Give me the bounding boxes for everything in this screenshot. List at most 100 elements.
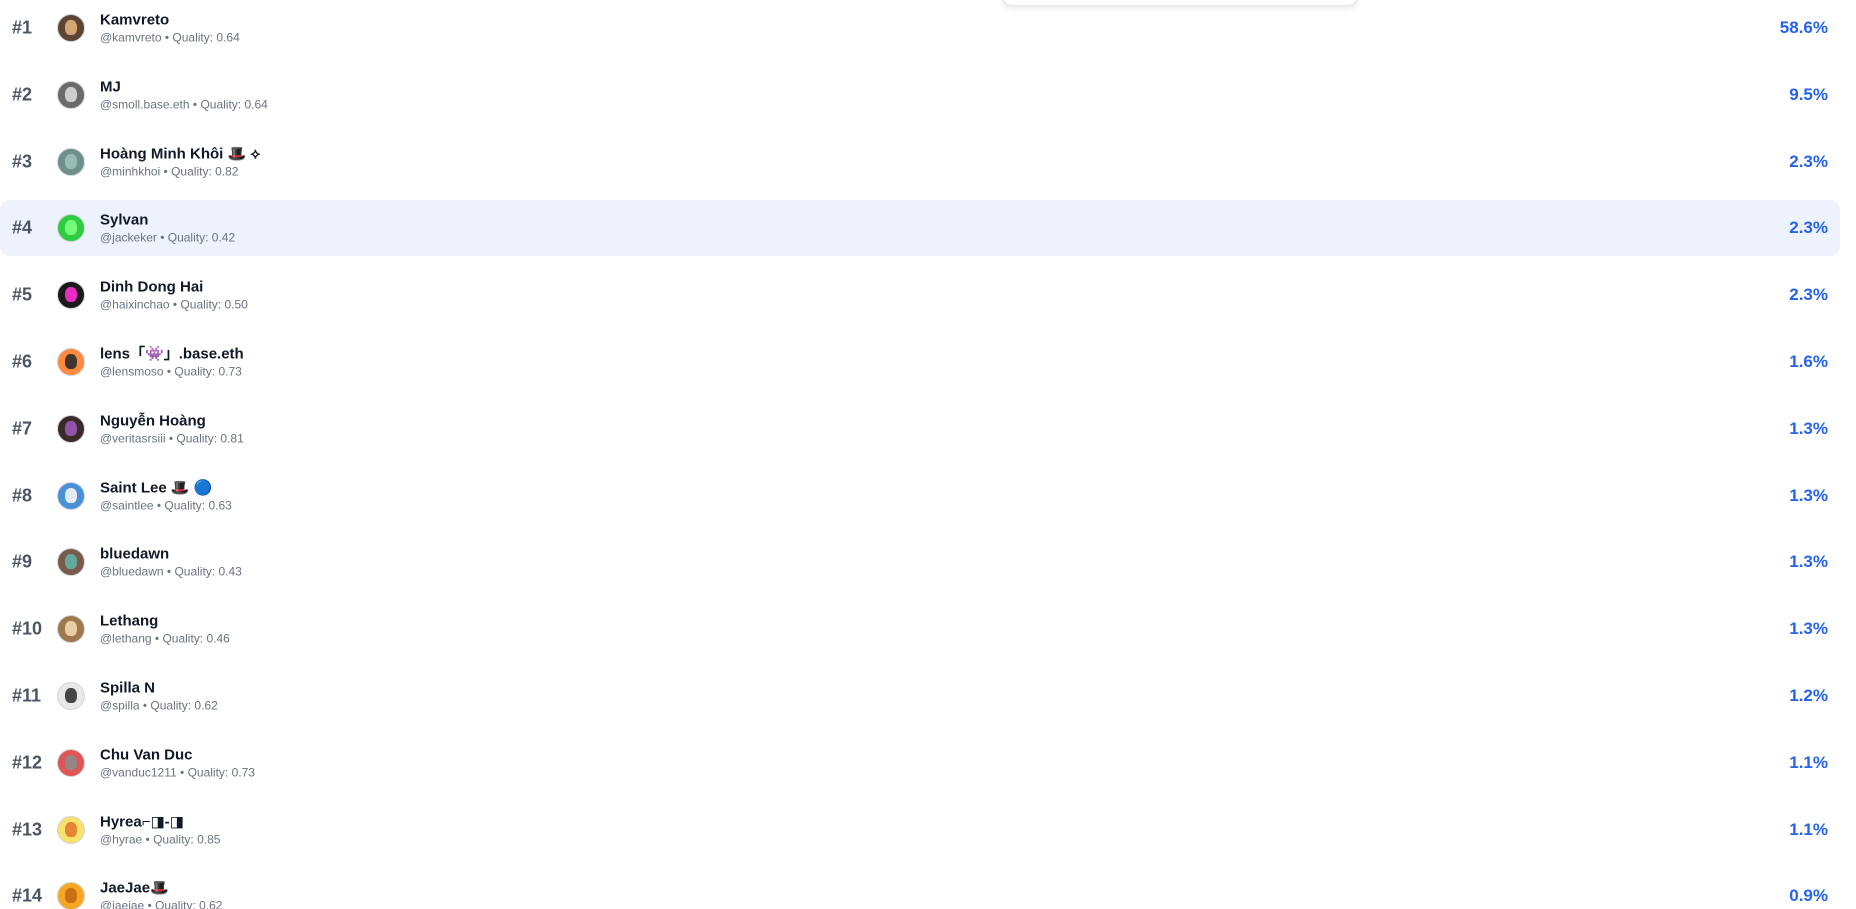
user-meta: Kamvreto @kamvreto • Quality: 0.64	[100, 11, 240, 46]
avatar-figure-icon	[65, 20, 77, 35]
separator-dot: •	[176, 765, 188, 780]
leaderboard-row[interactable]: #11 Spilla N @spilla • Quality: 0.62 1.2%	[0, 668, 1840, 724]
leaderboard-row[interactable]: #14 JaeJae🎩 @jaejae • Quality: 0.62 0.9%	[0, 868, 1840, 909]
separator-dot: •	[151, 631, 163, 646]
rank-label: #12	[12, 752, 43, 773]
display-name[interactable]: JaeJae🎩	[100, 879, 222, 898]
display-name[interactable]: MJ	[100, 77, 268, 96]
display-name[interactable]: Dinh Dong Hai	[100, 278, 248, 297]
leaderboard-row[interactable]: #7 Nguyễn Hoàng @veritasrsiii • Quality: 0…	[0, 401, 1840, 457]
quality-score: Quality: 0.64	[200, 97, 268, 112]
share-percent: 58.6%	[1779, 18, 1828, 37]
avatar[interactable]	[57, 414, 85, 443]
display-name[interactable]: lens「👾」.base.eth	[100, 344, 244, 363]
user-handle[interactable]: @smoll.base.eth	[100, 97, 190, 111]
display-name[interactable]: Saint Lee 🎩 🔵	[100, 478, 232, 497]
user-handle[interactable]: @haixinchao	[100, 298, 170, 312]
display-name[interactable]: Hoàng Minh Khôi 🎩 ⟡	[100, 144, 260, 163]
user-meta: MJ @smoll.base.eth • Quality: 0.64	[100, 77, 268, 112]
quality-score: Quality: 0.62	[150, 698, 218, 713]
share-percent: 1.6%	[1789, 351, 1828, 371]
display-name[interactable]: Kamvreto	[100, 11, 240, 30]
display-name[interactable]: Sylvan	[100, 211, 235, 230]
avatar[interactable]	[57, 14, 85, 42]
display-name[interactable]: Hyrea⌐◨-◨	[100, 812, 220, 831]
avatar[interactable]	[57, 281, 85, 310]
rank-label: #2	[12, 84, 33, 105]
display-name[interactable]: Lethang	[100, 612, 230, 631]
leaderboard-row[interactable]: #8 Saint Lee 🎩 🔵 @saintlee • Quality: 0.63…	[0, 468, 1840, 524]
share-percent: 1.3%	[1789, 485, 1828, 505]
leaderboard-row[interactable]: #12 Chu Van Duc @vanduc1211 • Quality: 0.7…	[0, 735, 1840, 791]
avatar[interactable]	[57, 548, 85, 577]
avatar[interactable]	[57, 615, 85, 644]
avatar-figure-icon	[65, 153, 77, 169]
user-handle[interactable]: @vanduc1211	[100, 765, 177, 779]
avatar-figure-icon	[65, 220, 77, 236]
share-percent: 2.3%	[1789, 218, 1828, 238]
avatar[interactable]	[57, 147, 85, 176]
avatar[interactable]	[57, 748, 85, 777]
avatar[interactable]	[57, 882, 85, 909]
share-percent: 2.3%	[1789, 285, 1828, 305]
user-handle[interactable]: @jaejae	[100, 899, 144, 909]
user-handle[interactable]: @bluedawn	[100, 565, 164, 579]
user-handle[interactable]: @kamvreto	[100, 31, 162, 45]
separator-dot: •	[160, 164, 172, 179]
avatar-figure-icon	[65, 420, 77, 436]
user-meta: Sylvan @jackeker • Quality: 0.42	[100, 211, 235, 246]
leaderboard-page: #1 Kamvreto @kamvreto • Quality: 0.64 58.6%…	[0, 0, 1856, 909]
user-handle[interactable]: @spilla	[100, 698, 140, 712]
leaderboard-row[interactable]: #9 bluedawn @bluedawn • Quality: 0.43 1.3%	[0, 534, 1840, 590]
avatar-figure-icon	[65, 888, 77, 904]
user-subline: @vanduc1211 • Quality: 0.73	[100, 764, 255, 780]
display-name[interactable]: Spilla N	[100, 678, 218, 697]
leaderboard-row[interactable]: #3 Hoàng Minh Khôi 🎩 ⟡ @minhkhoi • Quality…	[0, 134, 1840, 190]
share-percent: 1.3%	[1789, 552, 1828, 572]
avatar[interactable]	[57, 214, 85, 243]
avatar-figure-icon	[65, 86, 77, 102]
user-handle[interactable]: @lensmoso	[100, 364, 164, 378]
rank-label: #10	[12, 618, 43, 639]
display-name[interactable]: bluedawn	[100, 545, 242, 564]
quality-score: Quality: 0.85	[153, 832, 221, 847]
avatar[interactable]	[57, 681, 85, 710]
rank-label: #8	[12, 485, 33, 506]
user-handle[interactable]: @veritasrsiii	[100, 431, 166, 445]
avatar[interactable]	[57, 80, 85, 109]
quality-score: Quality: 0.73	[187, 765, 255, 780]
user-handle[interactable]: @jackeker	[100, 231, 157, 245]
avatar[interactable]	[57, 481, 85, 510]
leaderboard-row[interactable]: #13 Hyrea⌐◨-◨ @hyrae • Quality: 0.85 1.1%	[0, 802, 1840, 858]
user-meta: Hoàng Minh Khôi 🎩 ⟡ @minhkhoi • Quality: …	[100, 144, 260, 179]
avatar-figure-icon	[65, 754, 77, 770]
avatar-figure-icon	[65, 287, 77, 303]
share-percent: 1.1%	[1789, 819, 1828, 839]
user-subline: @minhkhoi • Quality: 0.82	[100, 163, 260, 179]
leaderboard-list: #1 Kamvreto @kamvreto • Quality: 0.64 58.6%…	[0, 0, 1840, 909]
avatar[interactable]	[57, 815, 85, 844]
avatar-figure-icon	[65, 487, 77, 503]
share-percent: 1.3%	[1789, 619, 1828, 639]
separator-dot: •	[156, 230, 168, 245]
user-subline: @veritasrsiii • Quality: 0.81	[100, 430, 244, 446]
leaderboard-row[interactable]: #5 Dinh Dong Hai @haixinchao • Quality: 0.…	[0, 267, 1840, 323]
user-handle[interactable]: @lethang	[100, 632, 152, 646]
quality-score: Quality: 0.82	[171, 164, 239, 179]
user-meta: Nguyễn Hoàng @veritasrsiii • Quality: 0.8…	[100, 411, 244, 446]
avatar[interactable]	[57, 347, 85, 376]
quality-score: Quality: 0.42	[167, 230, 236, 245]
user-handle[interactable]: @saintlee	[100, 498, 154, 512]
leaderboard-row[interactable]: #6 lens「👾」.base.eth @lensmoso • Quality: 0…	[0, 334, 1840, 390]
user-handle[interactable]: @minhkhoi	[100, 164, 160, 178]
leaderboard-row[interactable]: #4 Sylvan @jackeker • Quality: 0.42 2.3%	[0, 200, 1840, 257]
quality-score: Quality: 0.81	[176, 431, 244, 446]
leaderboard-row[interactable]: #1 Kamvreto @kamvreto • Quality: 0.64 58.6%	[0, 0, 1840, 56]
user-handle[interactable]: @hyrae	[100, 832, 142, 846]
leaderboard-row[interactable]: #2 MJ @smoll.base.eth • Quality: 0.64 9.5%	[0, 67, 1840, 123]
user-subline: @spilla • Quality: 0.62	[100, 697, 218, 713]
leaderboard-row[interactable]: #10 Lethang @lethang • Quality: 0.46 1.3%	[0, 601, 1840, 657]
display-name[interactable]: Nguyễn Hoàng	[100, 411, 244, 430]
user-subline: @haixinchao • Quality: 0.50	[100, 297, 248, 313]
display-name[interactable]: Chu Van Duc	[100, 745, 255, 764]
